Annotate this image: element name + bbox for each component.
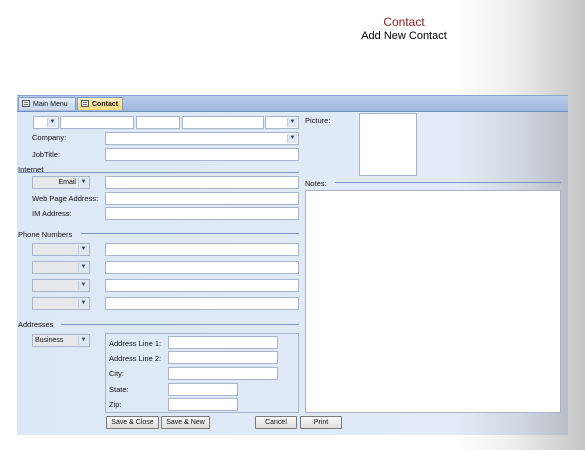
suffix-combo[interactable]: ▼: [265, 116, 299, 129]
tab-main-menu[interactable]: Main Menu: [18, 97, 76, 110]
tab-label: Main Menu: [33, 101, 68, 108]
tab-bar: Main Menu Contact: [17, 96, 568, 112]
page-subtitle: Add New Contact: [361, 30, 447, 42]
address-type-value: Business: [35, 337, 64, 344]
company-combo[interactable]: ▼: [105, 132, 299, 145]
divider: [335, 182, 561, 183]
city-field[interactable]: [168, 367, 278, 380]
phone-field[interactable]: [105, 243, 299, 256]
chevron-down-icon: ▼: [78, 281, 88, 290]
company-label: Company:: [32, 133, 67, 142]
webpage-field[interactable]: [105, 192, 299, 205]
form-icon: [81, 100, 89, 107]
notes-label: Notes:: [305, 179, 327, 188]
chevron-down-icon: ▼: [78, 263, 88, 272]
tab-contact[interactable]: Contact: [77, 97, 123, 110]
notes-textarea[interactable]: [305, 190, 561, 413]
phone-field[interactable]: [105, 297, 299, 310]
email-type-combo[interactable]: Email ▼: [32, 176, 90, 189]
middle-name-field[interactable]: [136, 116, 180, 129]
address-line1-field[interactable]: [168, 336, 278, 349]
tab-label: Contact: [92, 101, 119, 108]
phone-type-combo[interactable]: ▼: [32, 297, 90, 310]
address-line2-label: Address Line 2:: [109, 354, 162, 363]
chevron-down-icon: ▼: [287, 134, 297, 143]
print-button[interactable]: Print: [300, 416, 342, 429]
divider: [81, 233, 299, 234]
first-name-field[interactable]: [60, 116, 134, 129]
city-label: City:: [109, 369, 124, 378]
phone-type-combo[interactable]: ▼: [32, 261, 90, 274]
phone-field[interactable]: [105, 279, 299, 292]
im-label: IM Address:: [32, 209, 72, 218]
phone-section-label: Phone Numbers: [18, 230, 73, 239]
chevron-down-icon: ▼: [47, 118, 57, 127]
webpage-label: Web Page Address:: [32, 194, 99, 203]
chevron-down-icon: ▼: [78, 299, 88, 308]
phone-field[interactable]: [105, 261, 299, 274]
last-name-field[interactable]: [182, 116, 264, 129]
chevron-down-icon: ▼: [287, 118, 297, 127]
im-field[interactable]: [105, 207, 299, 220]
address-type-combo[interactable]: Business ▼: [32, 334, 90, 347]
jobtitle-label: JobTitle:: [32, 150, 61, 159]
address-line1-label: Address Line 1:: [109, 339, 162, 348]
picture-box[interactable]: [359, 113, 417, 176]
jobtitle-field[interactable]: [105, 148, 299, 161]
cancel-button[interactable]: Cancel: [255, 416, 297, 429]
chevron-down-icon: ▼: [78, 178, 88, 187]
zip-label: Zip:: [109, 400, 122, 409]
page-title: Contact: [383, 15, 425, 29]
picture-label: Picture:: [305, 116, 331, 125]
form-icon: [22, 100, 30, 107]
contact-form-window: Main Menu Contact ▼ ▼ Company: ▼ JobTitl…: [17, 95, 568, 435]
address-line2-field[interactable]: [168, 351, 278, 364]
save-close-button[interactable]: Save & Close: [106, 416, 159, 429]
chevron-down-icon: ▼: [78, 336, 88, 345]
divider: [61, 324, 299, 325]
chevron-down-icon: ▼: [78, 245, 88, 254]
save-new-button[interactable]: Save & New: [161, 416, 210, 429]
addresses-section-label: Addresses: [18, 320, 54, 329]
email-type-value: Email: [58, 179, 76, 186]
divider: [18, 172, 299, 173]
email-field[interactable]: [105, 176, 299, 189]
phone-type-combo[interactable]: ▼: [32, 243, 90, 256]
title-combo[interactable]: ▼: [33, 116, 59, 129]
state-field[interactable]: [168, 383, 238, 396]
zip-field[interactable]: [168, 398, 238, 411]
phone-type-combo[interactable]: ▼: [32, 279, 90, 292]
state-label: State:: [109, 385, 129, 394]
